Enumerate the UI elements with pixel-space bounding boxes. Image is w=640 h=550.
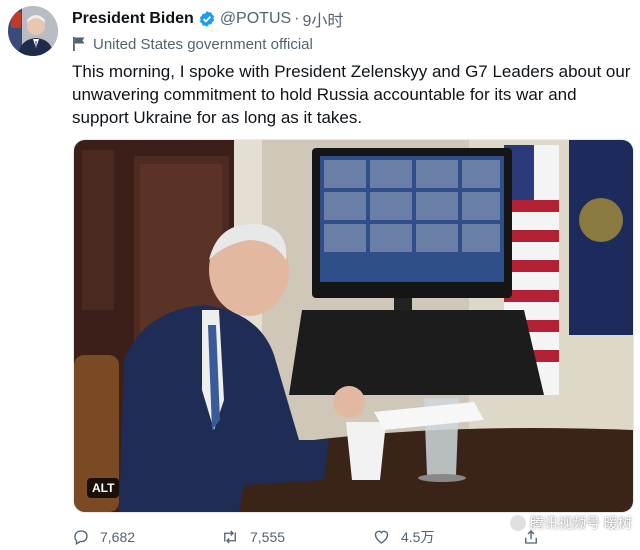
retweet-icon (224, 530, 236, 544)
tweet-time[interactable]: 9小时 (303, 7, 344, 31)
separator-dot: · (294, 10, 300, 27)
tweet-text: This morning, I spoke with President Zel… (72, 62, 631, 127)
photo-illustration (74, 140, 633, 512)
verified-badge-icon (198, 10, 216, 28)
reply-icon (74, 530, 88, 545)
author-handle[interactable]: @POTUS (220, 10, 291, 28)
watermark: 腾讯视频号 暖树 (510, 513, 632, 533)
account-label[interactable]: United States government official (72, 34, 313, 54)
watermark-text: 腾讯视频号 暖树 (530, 515, 632, 531)
tweet-photo[interactable] (73, 139, 634, 513)
reply-button[interactable]: 7,682 (72, 524, 135, 550)
alt-badge[interactable]: ALT (87, 478, 120, 498)
tweet-header: President Biden @POTUS · 9小时 (72, 8, 343, 30)
avatar[interactable] (8, 6, 58, 56)
account-label-text: United States government official (93, 35, 313, 53)
like-count: 4.5万 (401, 529, 435, 545)
reply-count: 7,682 (100, 529, 136, 545)
like-icon (374, 530, 389, 544)
watermark-logo-icon (510, 515, 526, 531)
government-flag-icon (72, 36, 86, 52)
avatar-image (8, 6, 58, 56)
like-button[interactable]: 4.5万 (372, 524, 434, 550)
retweet-count: 7,555 (250, 529, 286, 545)
author-name[interactable]: President Biden (72, 10, 194, 28)
retweet-button[interactable]: 7,555 (220, 524, 285, 550)
